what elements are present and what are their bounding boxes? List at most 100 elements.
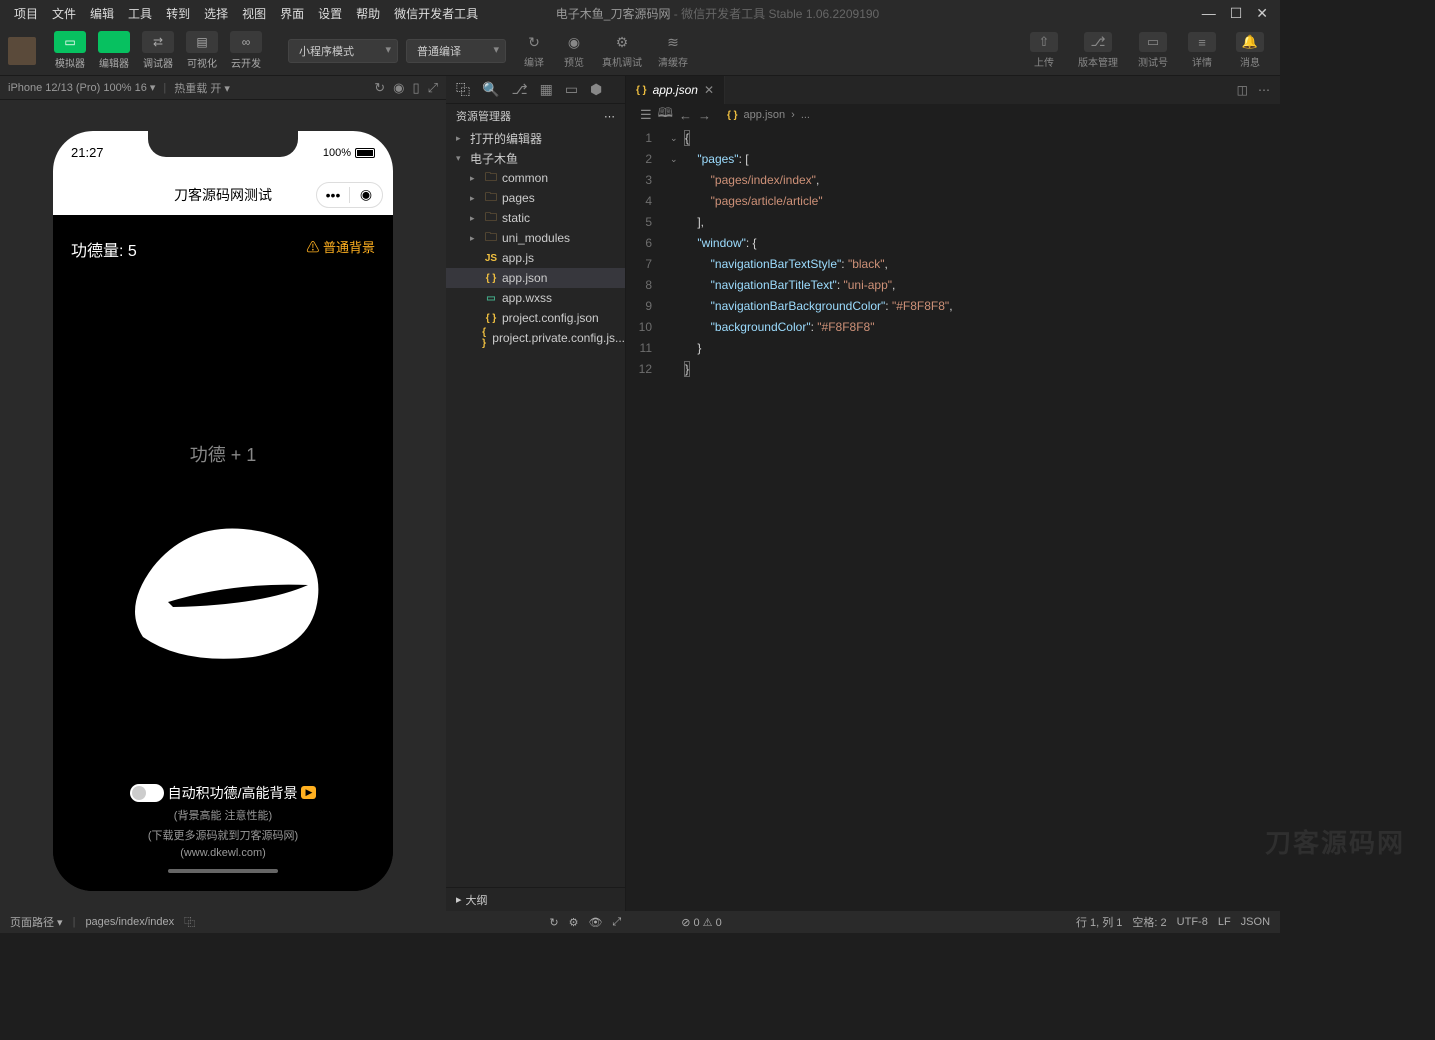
toc-icon[interactable]: ☰ <box>640 107 652 123</box>
menu-帮助[interactable]: 帮助 <box>350 1 386 26</box>
split-editor-icon[interactable]: ◫ <box>1237 83 1248 97</box>
toolbar-编辑器[interactable]: 编辑器 <box>92 29 136 72</box>
main-toolbar: ▭模拟器编辑器⇄调试器▤可视化∞云开发 小程序模式 普通编译 ↻编译◉预览⚙真机… <box>0 26 1280 76</box>
menu-微信开发者工具[interactable]: 微信开发者工具 <box>388 1 484 26</box>
menu-视图[interactable]: 视图 <box>236 1 272 26</box>
forward-icon[interactable]: → <box>698 108 711 123</box>
ext-tab-icon[interactable]: ▦ <box>540 81 553 98</box>
phone-mockup: 21:27 100% 刀客源码网测试 ••• ◉ 功德量: 5 ⚠ 普通背景 <box>53 131 393 891</box>
menu-编辑[interactable]: 编辑 <box>84 1 120 26</box>
record-icon[interactable]: ◉ <box>393 80 404 96</box>
toolbar-预览[interactable]: ◉预览 <box>554 32 594 69</box>
outline-section[interactable]: ▸大纲 <box>446 887 625 911</box>
hot-reload-toggle[interactable]: 热重载 开 ▾ <box>174 80 230 96</box>
eol-label[interactable]: LF <box>1218 916 1231 928</box>
editor-tabbar: { } app.json ✕ ◫ ⋯ <box>626 76 1280 104</box>
copy-path-icon[interactable]: ⿻ <box>184 914 195 930</box>
window-controls: — ☐ ✕ <box>1202 5 1280 22</box>
cursor-position[interactable]: 行 1, 列 1 <box>1076 914 1122 930</box>
simulator-panel: iPhone 12/13 (Pro) 100% 16 ▾ | 热重载 开 ▾ ↻… <box>0 76 446 911</box>
explorer-tab-icon[interactable]: ⿻ <box>456 80 470 100</box>
file-app.wxss[interactable]: ▭app.wxss <box>446 288 625 308</box>
capsule-menu-icon[interactable]: ••• <box>317 187 349 203</box>
toolbar-清缓存[interactable]: ≋清缓存 <box>650 32 696 69</box>
folder-common[interactable]: ▸🗀common <box>446 168 625 188</box>
toolbar-云开发[interactable]: ∞云开发 <box>224 29 268 72</box>
explorer-header: 资源管理器 ⋯ <box>446 104 625 128</box>
phone-icon[interactable]: ▯ <box>412 80 419 96</box>
detach-icon[interactable]: ⤢ <box>428 80 438 96</box>
code-area[interactable]: 123456789101112 ⌄⌄ { "pages": [ "pages/i… <box>626 126 1280 911</box>
vip-badge-icon: ▶ <box>301 786 316 799</box>
project-root[interactable]: ▾电子木鱼 <box>446 148 625 168</box>
toolbar-模拟器[interactable]: ▭模拟器 <box>48 29 92 72</box>
toolbar-版本管理[interactable]: ⎇版本管理 <box>1070 32 1126 69</box>
home-indicator <box>168 869 278 873</box>
toolbar-测试号[interactable]: ▭测试号 <box>1130 32 1176 69</box>
user-avatar[interactable] <box>8 37 36 65</box>
folder-static[interactable]: ▸🗀static <box>446 208 625 228</box>
watermark: 刀客源码网 <box>1265 823 1405 860</box>
language-label[interactable]: JSON <box>1241 916 1270 928</box>
file-app.json[interactable]: { }app.json <box>446 268 625 288</box>
close-icon[interactable]: ✕ <box>1256 5 1268 22</box>
mode-select[interactable]: 小程序模式 <box>288 39 398 63</box>
menu-工具[interactable]: 工具 <box>122 1 158 26</box>
menu-bar: 项目文件编辑工具转到选择视图界面设置帮助微信开发者工具 <box>0 1 484 26</box>
toolbar-详情[interactable]: ≡详情 <box>1180 32 1224 69</box>
problems-indicator[interactable]: ⊘ 0 ⚠ 0 <box>681 916 721 929</box>
encoding-label[interactable]: UTF-8 <box>1177 916 1208 928</box>
git-tab-icon[interactable]: ⎇ <box>511 81 527 98</box>
menu-文件[interactable]: 文件 <box>46 1 82 26</box>
file-app.js[interactable]: JSapp.js <box>446 248 625 268</box>
indent-label[interactable]: 空格: 2 <box>1132 914 1166 930</box>
device-select[interactable]: iPhone 12/13 (Pro) 100% 16 ▾ <box>8 81 155 94</box>
capsule-button[interactable]: ••• ◉ <box>316 182 383 208</box>
ext2-tab-icon[interactable]: ▭ <box>565 81 578 98</box>
menu-转到[interactable]: 转到 <box>160 1 196 26</box>
menu-界面[interactable]: 界面 <box>274 1 310 26</box>
menu-项目[interactable]: 项目 <box>8 1 44 26</box>
toolbar-可视化[interactable]: ▤可视化 <box>180 29 224 72</box>
nav-title: 刀客源码网测试 <box>174 185 272 205</box>
editor-tab[interactable]: { } app.json ✕ <box>626 76 725 104</box>
toolbar-编译[interactable]: ↻编译 <box>514 32 554 69</box>
sim-refresh-icon[interactable]: ↻ <box>549 916 558 929</box>
close-tab-icon[interactable]: ✕ <box>704 83 714 97</box>
refresh-icon[interactable]: ↻ <box>374 80 385 96</box>
background-mode-button[interactable]: ⚠ 普通背景 <box>306 237 375 261</box>
compile-select[interactable]: 普通编译 <box>406 39 506 63</box>
folder-pages[interactable]: ▸🗀pages <box>446 188 625 208</box>
more-editor-icon[interactable]: ⋯ <box>1258 83 1270 97</box>
simulator-header: iPhone 12/13 (Pro) 100% 16 ▾ | 热重载 开 ▾ ↻… <box>0 76 446 100</box>
file-project.config.json[interactable]: { }project.config.json <box>446 308 625 328</box>
wooden-fish-image[interactable] <box>113 507 333 667</box>
toolbar-调试器[interactable]: ⇄调试器 <box>136 29 180 72</box>
menu-设置[interactable]: 设置 <box>312 1 348 26</box>
maximize-icon[interactable]: ☐ <box>1230 5 1243 22</box>
page-path-label[interactable]: 页面路径 ▾ <box>10 914 63 930</box>
toolbar-上传[interactable]: ⇧上传 <box>1022 32 1066 69</box>
menu-选择[interactable]: 选择 <box>198 1 234 26</box>
debug-tab-icon[interactable]: ⬢ <box>590 81 602 98</box>
open-editors-section[interactable]: ▸打开的编辑器 <box>446 128 625 148</box>
sim-preview-icon[interactable]: 👁 <box>588 916 602 929</box>
toolbar-消息[interactable]: 🔔消息 <box>1228 32 1272 69</box>
window-title: 电子木鱼_刀客源码网 - 微信开发者工具 Stable 1.06.2209190 <box>556 5 879 22</box>
app-navbar: 刀客源码网测试 ••• ◉ <box>53 175 393 215</box>
page-path-value[interactable]: pages/index/index <box>85 916 174 928</box>
more-icon[interactable]: ⋯ <box>604 110 615 123</box>
back-icon[interactable]: ← <box>679 108 692 123</box>
auto-merit-switch[interactable] <box>130 784 164 802</box>
bookmark-icon[interactable]: 🕮 <box>658 104 673 126</box>
search-tab-icon[interactable]: 🔍 <box>482 81 499 98</box>
subtext-url: (www.dkewl.com) <box>71 847 375 859</box>
toolbar-真机调试[interactable]: ⚙真机调试 <box>594 32 650 69</box>
sim-setting-icon[interactable]: ⚙ <box>569 916 579 929</box>
minimize-icon[interactable]: — <box>1202 5 1216 22</box>
folder-uni_modules[interactable]: ▸🗀uni_modules <box>446 228 625 248</box>
sim-detach-icon[interactable]: ⤢ <box>612 916 621 929</box>
phone-notch <box>148 131 298 157</box>
capsule-close-icon[interactable]: ◉ <box>350 186 382 203</box>
file-project.private.config.js...[interactable]: { }project.private.config.js... <box>446 328 625 348</box>
